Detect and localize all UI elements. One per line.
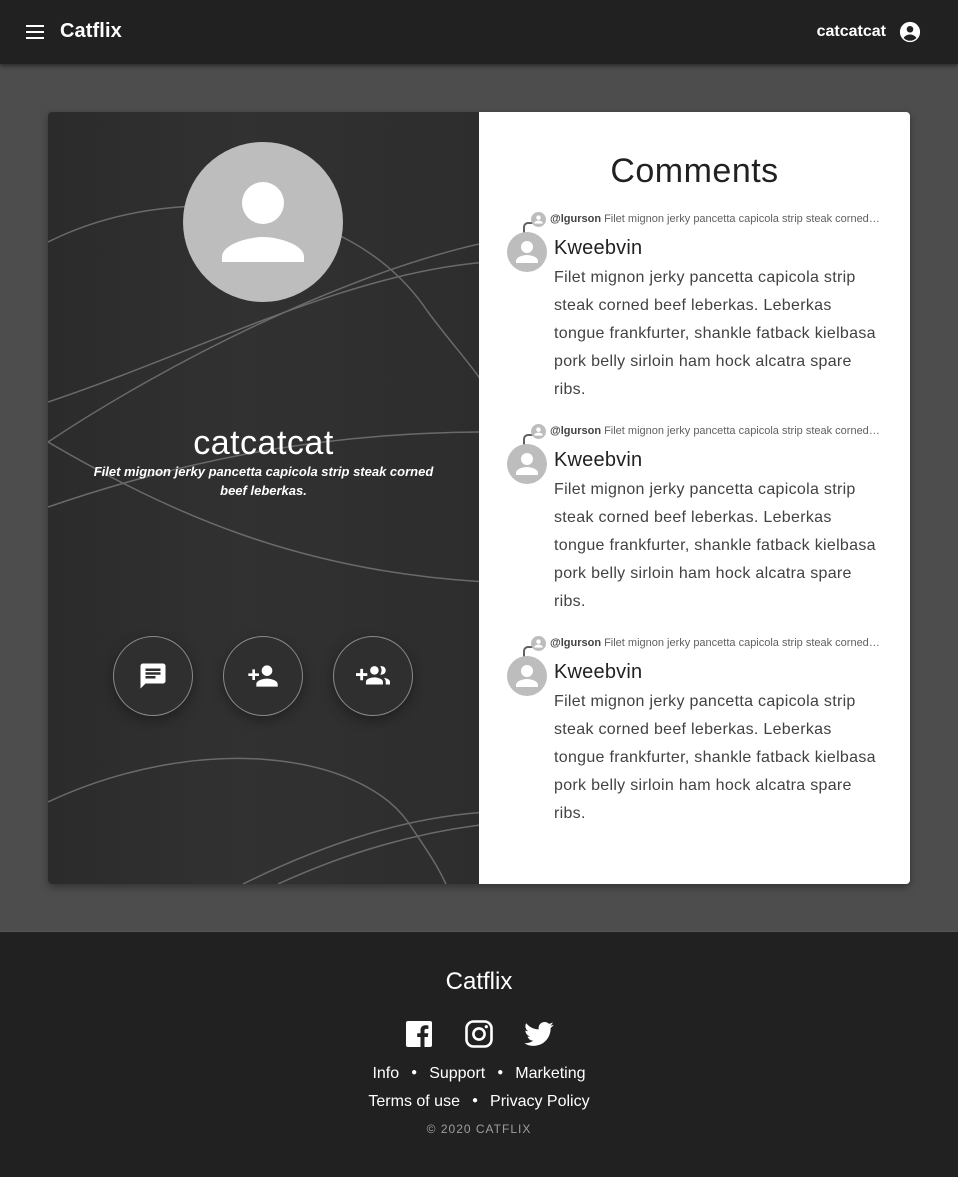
reply-text: Filet mignon jerky pancetta capicola str… (604, 425, 880, 437)
add-group-button[interactable] (333, 636, 413, 716)
footer-brand: Catflix (445, 968, 513, 995)
person-icon (222, 182, 304, 262)
comment-avatar[interactable] (507, 232, 547, 272)
add-group-icon (356, 666, 390, 685)
profile-name: catcatcat (193, 424, 334, 462)
message-icon (140, 663, 166, 689)
reply-username[interactable]: @lgurson (550, 637, 601, 649)
account-username[interactable]: catcatcat (817, 23, 886, 41)
terms-link[interactable]: Terms of use (368, 1093, 460, 1110)
reply-avatar[interactable] (531, 212, 546, 227)
comment-item: @lgurson Filet mignon jerky pancetta capi… (479, 212, 910, 412)
twitter-icon[interactable] (523, 1018, 555, 1050)
info-link[interactable]: Info (372, 1065, 399, 1082)
profile-card: catcatcat Filet mignon jerky pancetta ca… (48, 112, 910, 884)
footer-links-legal: Terms of use ● Privacy Policy (0, 1093, 958, 1111)
profile-avatar (183, 142, 343, 302)
top-app-bar: Catflix catcatcat (0, 0, 958, 64)
support-link[interactable]: Support (429, 1065, 485, 1082)
reply-text: Filet mignon jerky pancetta capicola str… (604, 637, 880, 649)
person-icon (534, 215, 543, 224)
separator-dot: ● (471, 1095, 479, 1106)
comment-item: @lgurson Filet mignon jerky pancetta capi… (479, 636, 910, 836)
reply-preview[interactable]: @lgurson Filet mignon jerky pancetta capi… (550, 637, 880, 649)
comment-avatar[interactable] (507, 444, 547, 484)
reply-text: Filet mignon jerky pancetta capicola str… (604, 213, 880, 225)
comments-panel: Comments @lgurson Filet mignon jerky panc… (479, 112, 910, 884)
person-icon (516, 665, 538, 687)
comment-item: @lgurson Filet mignon jerky pancetta capi… (479, 424, 910, 624)
person-icon (534, 427, 543, 436)
comment-body: Filet mignon jerky pancetta capicola str… (554, 481, 876, 610)
account-circle-icon[interactable] (899, 21, 921, 43)
comments-title: Comments (610, 152, 779, 190)
reply-username[interactable]: @lgurson (550, 425, 601, 437)
add-friend-button[interactable] (223, 636, 303, 716)
privacy-link[interactable]: Privacy Policy (490, 1093, 590, 1110)
facebook-icon[interactable] (403, 1018, 435, 1050)
reply-avatar[interactable] (531, 424, 546, 439)
message-button[interactable] (113, 636, 193, 716)
copyright: © 2020 CATFLIX (426, 1122, 532, 1136)
person-icon (534, 639, 543, 648)
footer: Catflix Info ● Support ● Marketing Terms of … (0, 931, 958, 1177)
comment-author[interactable]: Kweebvin (554, 237, 642, 260)
comment-author[interactable]: Kweebvin (554, 661, 642, 684)
reply-preview[interactable]: @lgurson Filet mignon jerky pancetta capi… (550, 425, 880, 437)
comment-body: Filet mignon jerky pancetta capicola str… (554, 693, 876, 822)
menu-icon[interactable] (24, 22, 48, 42)
comment-body: Filet mignon jerky pancetta capicola str… (554, 269, 876, 398)
footer-links-primary: Info ● Support ● Marketing (0, 1065, 958, 1083)
profile-panel: catcatcat Filet mignon jerky pancetta ca… (48, 112, 479, 884)
reply-username[interactable]: @lgurson (550, 213, 601, 225)
comment-avatar[interactable] (507, 656, 547, 696)
person-icon (516, 241, 538, 263)
separator-dot: ● (411, 1067, 418, 1078)
app-title[interactable]: Catflix (60, 20, 122, 43)
add-person-icon (248, 665, 278, 687)
instagram-icon[interactable] (463, 1018, 495, 1050)
person-icon (516, 453, 538, 475)
comment-author[interactable]: Kweebvin (554, 449, 642, 472)
separator-dot: ● (497, 1067, 504, 1078)
reply-preview[interactable]: @lgurson Filet mignon jerky pancetta capi… (550, 213, 880, 225)
marketing-link[interactable]: Marketing (515, 1065, 585, 1082)
profile-bio: Filet mignon jerky pancetta capicola str… (93, 464, 434, 498)
reply-avatar[interactable] (531, 636, 546, 651)
